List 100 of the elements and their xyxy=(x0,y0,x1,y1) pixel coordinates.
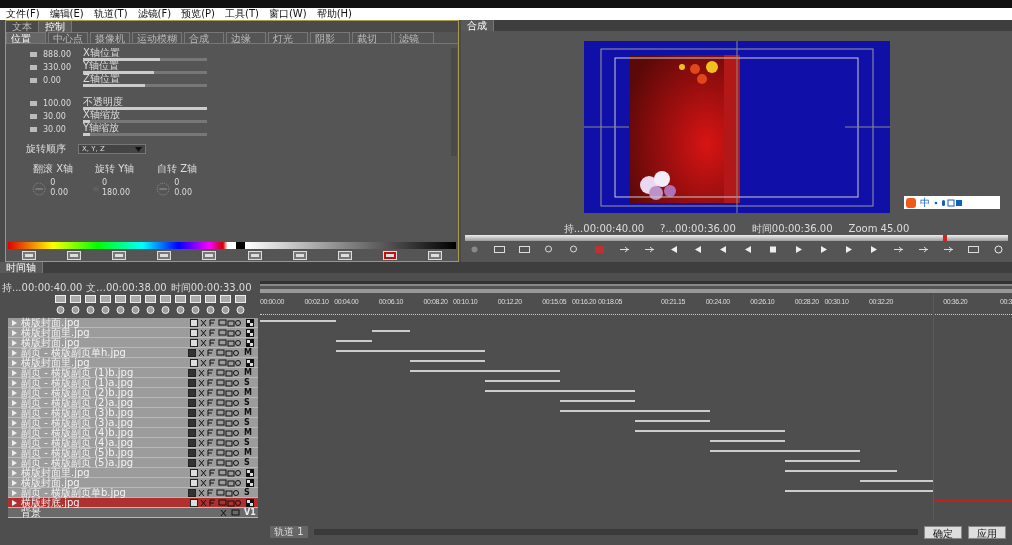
toolbar-icon[interactable] xyxy=(160,294,171,303)
track-mode[interactable]: S xyxy=(244,378,254,387)
toolbar-icon[interactable] xyxy=(115,305,126,314)
track-header[interactable]: 副页 - 横版副页 (4)b.jpg M xyxy=(8,428,258,438)
param-slider[interactable] xyxy=(83,84,207,87)
menu-item[interactable]: 帮助(H) xyxy=(316,8,352,20)
toolbar-icon[interactable] xyxy=(190,294,201,303)
property-tab[interactable]: 摄像机 xyxy=(90,32,130,43)
param-slider[interactable] xyxy=(83,133,207,136)
panel-tab[interactable]: 控制 xyxy=(39,21,72,32)
property-tab[interactable]: 合成 xyxy=(184,32,224,43)
checker-icon[interactable] xyxy=(246,358,254,367)
menu-item[interactable]: 工具(T) xyxy=(225,8,259,20)
property-tab[interactable]: 位置 xyxy=(6,32,46,43)
toolbar-icon[interactable] xyxy=(235,294,246,303)
param-slider[interactable] xyxy=(83,120,207,123)
rotation-angle[interactable]: 0.00 xyxy=(50,188,68,198)
panel-tab[interactable]: 合成 xyxy=(461,20,494,31)
menu-item[interactable]: 窗口(W) xyxy=(268,8,307,20)
track-header[interactable]: 副页 - 横版副页 (3)a.jpg S xyxy=(8,418,258,428)
toolbar-icon[interactable] xyxy=(220,305,231,314)
toolbar-icon[interactable] xyxy=(55,294,66,303)
keyframe-toggle-icon[interactable] xyxy=(30,101,37,106)
menu-item[interactable]: 文件(F) xyxy=(6,8,40,20)
track-header[interactable]: 副页 - 横版副页 (2)a.jpg S xyxy=(8,398,258,408)
track-header[interactable]: 副页 - 横版副页 (1)a.jpg S xyxy=(8,378,258,388)
keyframe-toggle-icon[interactable] xyxy=(30,65,37,70)
track-mode[interactable]: M xyxy=(244,448,254,457)
play-icon[interactable] xyxy=(793,245,805,254)
rotation-turns[interactable]: 0 xyxy=(102,178,130,188)
checker-icon[interactable] xyxy=(246,478,254,487)
menu-item[interactable]: 编辑(E) xyxy=(49,8,84,20)
toolbar-icon[interactable] xyxy=(100,305,111,314)
param-value[interactable]: 0.00 xyxy=(43,76,77,85)
toolbar-icon[interactable] xyxy=(55,305,66,314)
property-tab[interactable]: 裁切 xyxy=(352,32,392,43)
property-tab[interactable]: 滤镜 xyxy=(394,32,434,43)
track-mode[interactable]: M xyxy=(244,428,254,437)
track-mode[interactable]: M xyxy=(244,368,254,377)
toolbar-icon[interactable] xyxy=(160,305,171,314)
param-slider[interactable] xyxy=(83,58,207,61)
keyframe-toggle-icon[interactable] xyxy=(30,127,37,132)
toolbar-icon[interactable] xyxy=(130,294,141,303)
panel-tab[interactable]: 时间轴 xyxy=(0,262,43,273)
menu-item[interactable]: 轨道(T) xyxy=(93,8,128,20)
toolbar-icon[interactable] xyxy=(111,250,126,260)
key-icon[interactable] xyxy=(383,250,398,260)
toolbar-icon[interactable] xyxy=(115,294,126,303)
track-mode[interactable]: M xyxy=(244,408,254,417)
property-tab[interactable]: 灯光 xyxy=(268,32,308,43)
menu-item[interactable]: 预览(P) xyxy=(181,8,215,20)
param-value[interactable]: 30.00 xyxy=(43,125,77,134)
checker-icon[interactable] xyxy=(246,318,254,327)
toolbar-icon[interactable] xyxy=(190,305,201,314)
rotation-angle[interactable]: 180.00 xyxy=(102,188,130,198)
toolbar-icon[interactable] xyxy=(66,250,81,260)
toolbar-icon[interactable] xyxy=(145,294,156,303)
toolbar-icon[interactable] xyxy=(130,305,141,314)
toolbar-icon[interactable] xyxy=(157,250,172,260)
toolbar-icon[interactable] xyxy=(85,294,96,303)
toolbar-icon[interactable] xyxy=(70,294,81,303)
track-header[interactable]: 副页 - 横版副页 (4)a.jpg S xyxy=(8,438,258,448)
param-slider[interactable] xyxy=(83,107,207,110)
checker-icon[interactable] xyxy=(246,338,254,347)
toolbar-icon[interactable] xyxy=(337,250,352,260)
toolbar-icon[interactable] xyxy=(205,294,216,303)
scrollbar[interactable] xyxy=(451,48,457,156)
track-header[interactable]: 副页 - 横版副页 (3)b.jpg M xyxy=(8,408,258,418)
track-mode[interactable]: S xyxy=(244,488,254,497)
rotation-angle[interactable]: 0.00 xyxy=(174,188,192,198)
scrubber-handle[interactable] xyxy=(942,235,947,241)
track-mode[interactable]: S xyxy=(244,418,254,427)
param-value[interactable]: 100.00 xyxy=(43,99,77,108)
timeline-overview[interactable] xyxy=(260,281,1012,293)
track-mode[interactable]: V1 xyxy=(244,508,254,517)
property-tab[interactable]: 阴影 xyxy=(310,32,350,43)
track-header[interactable]: 横版封底.jpg xyxy=(8,498,258,508)
track-header[interactable]: 副页 - 横版副页 (2)b.jpg M xyxy=(8,388,258,398)
track-scroll-button[interactable]: 轨道 1 xyxy=(270,526,308,538)
toolbar-icon[interactable] xyxy=(100,294,111,303)
toolbar-icon[interactable] xyxy=(70,305,81,314)
toolbar-icon[interactable] xyxy=(205,305,216,314)
param-value[interactable]: 30.00 xyxy=(43,112,77,121)
checker-icon[interactable] xyxy=(246,468,254,477)
track-header[interactable]: 副页 - 横版副页 (5)b.jpg M xyxy=(8,448,258,458)
rotation-turns[interactable]: 0 xyxy=(174,178,192,188)
checker-icon[interactable] xyxy=(246,498,254,507)
track-mode[interactable]: S xyxy=(244,458,254,467)
toolbar-icon[interactable] xyxy=(175,305,186,314)
toolbar-icon[interactable] xyxy=(21,250,36,260)
dialog-button[interactable]: 应用 xyxy=(968,525,1006,539)
keyframe-toggle-icon[interactable] xyxy=(30,114,37,119)
track-header[interactable]: 副页 - 横版副页 (1)b.jpg M xyxy=(8,368,258,378)
property-tab[interactable]: 边缘 xyxy=(226,32,266,43)
color-spectrum[interactable] xyxy=(8,242,456,249)
track-mode[interactable]: S xyxy=(244,438,254,447)
toolbar-icon[interactable] xyxy=(292,250,307,260)
keyframe-toggle-icon[interactable] xyxy=(30,52,37,57)
toolbar-icon[interactable] xyxy=(85,305,96,314)
toolbar-icon[interactable] xyxy=(220,294,231,303)
